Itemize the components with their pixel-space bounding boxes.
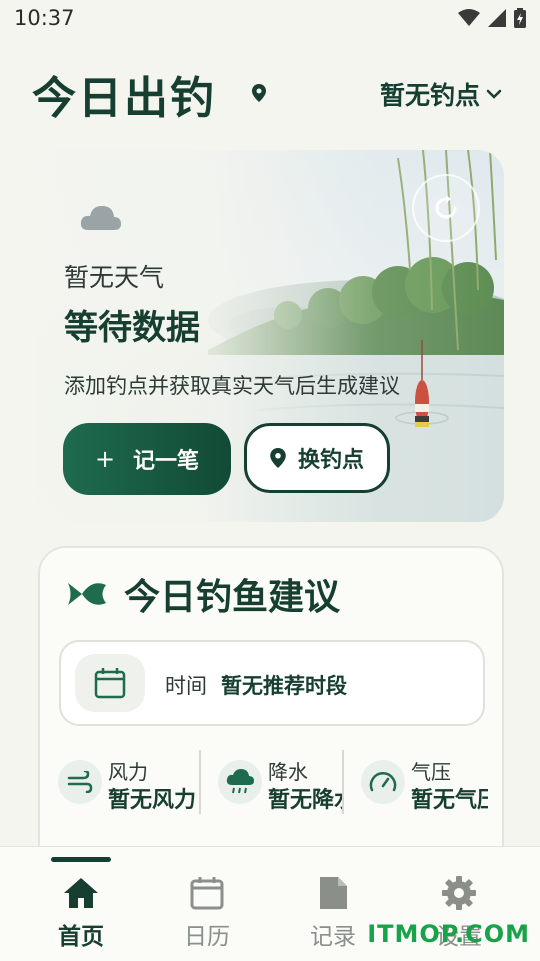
nav-label: 首页 <box>58 924 104 950</box>
change-spot-button[interactable]: 换钓点 <box>244 423 390 493</box>
metric-wind: 风力 暂无风力 <box>58 750 198 810</box>
weather-hint: 添加钓点并获取真实天气后生成建议 <box>64 374 400 398</box>
metric-pressure: 气压 暂无气压 <box>361 750 488 810</box>
divider <box>199 750 201 814</box>
refresh-icon <box>435 195 457 219</box>
signal-icon <box>488 9 506 27</box>
spot-selector-label: 暂无钓点 <box>379 81 480 110</box>
divider <box>342 750 344 814</box>
time-value: 暂无推荐时段 <box>221 674 347 698</box>
document-icon <box>313 873 353 913</box>
calendar-icon <box>94 668 126 699</box>
home-icon <box>61 873 101 913</box>
advice-title-row: 今日钓鱼建议 <box>68 568 340 620</box>
metric-label: 风力 <box>108 760 148 784</box>
status-time: 10:37 <box>14 6 75 30</box>
active-indicator <box>51 857 111 862</box>
metric-value: 暂无风力 <box>108 788 197 810</box>
weather-hero-card: 暂无天气 等待数据 添加钓点并获取真实天气后生成建议 + 记一笔 换钓点 <box>38 150 504 522</box>
refresh-button[interactable] <box>412 174 480 242</box>
fishing-advice-card: 今日钓鱼建议 时间 暂无推荐时段 风力 暂无风力 降水 暂无降水 <box>38 546 504 876</box>
pressure-chip <box>361 760 405 804</box>
rain-chip <box>218 760 262 804</box>
change-spot-label: 换钓点 <box>297 448 364 473</box>
status-bar: 10:37 <box>0 0 540 36</box>
calendar-chip <box>75 654 145 712</box>
page-title: 今日出钓 <box>32 73 216 124</box>
rain-cloud-icon <box>226 769 254 794</box>
recommended-time-box: 时间 暂无推荐时段 <box>59 640 485 726</box>
location-pin-icon <box>270 448 286 468</box>
watermark: ITMOP.COM <box>367 920 530 948</box>
weather-label: 暂无天气 <box>64 263 165 292</box>
chevron-down-icon <box>486 89 502 99</box>
time-label: 时间 <box>165 674 207 698</box>
nav-item-calendar[interactable]: 日历 <box>147 847 267 961</box>
nav-label: 日历 <box>184 924 230 950</box>
spot-selector[interactable]: 暂无钓点 <box>380 76 502 112</box>
calendar-icon <box>187 873 227 913</box>
metric-value: 暂无气压 <box>411 788 488 810</box>
metric-label: 气压 <box>411 760 451 784</box>
wind-icon <box>67 771 93 793</box>
metric-label: 降水 <box>268 760 308 784</box>
weather-metrics: 风力 暂无风力 降水 暂无降水 气压 暂无气压 <box>58 750 488 814</box>
plus-icon: + <box>94 445 116 473</box>
wifi-icon <box>458 9 480 26</box>
metric-value: 暂无降水 <box>268 788 342 810</box>
cloud-icon <box>80 206 121 230</box>
location-pin-icon <box>252 84 266 102</box>
weather-main: 等待数据 <box>64 308 200 348</box>
metric-precipitation: 降水 暂无降水 <box>218 750 342 810</box>
battery-icon <box>514 8 526 28</box>
gear-icon <box>439 873 479 913</box>
page-header: 今日出钓 暂无钓点 <box>0 56 540 128</box>
record-button[interactable]: + 记一笔 <box>63 423 231 495</box>
fish-icon <box>68 583 106 605</box>
wind-chip <box>58 760 102 804</box>
nav-item-home[interactable]: 首页 <box>21 847 141 961</box>
advice-title: 今日钓鱼建议 <box>124 577 341 618</box>
record-button-label: 记一笔 <box>133 449 200 474</box>
gauge-icon <box>369 772 397 792</box>
status-icons <box>458 8 526 28</box>
